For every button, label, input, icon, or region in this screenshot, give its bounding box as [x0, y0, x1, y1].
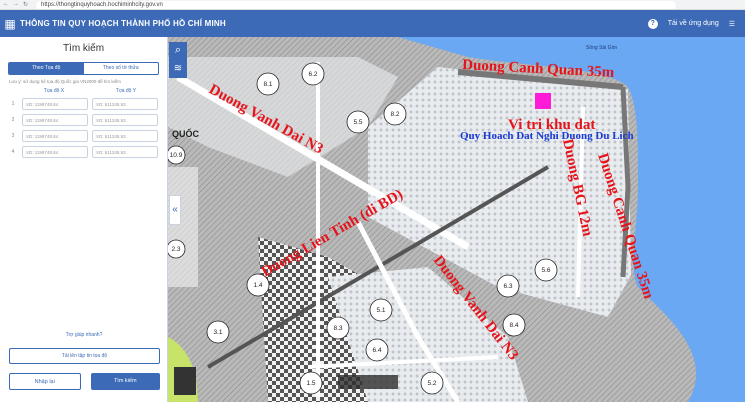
- zone-label: 6.2: [308, 71, 317, 78]
- coordinate-row: 4 VD: 1199748.84 VD: 611245.93: [8, 145, 159, 158]
- left-white-strip: [168, 167, 198, 287]
- search-tabs: Theo Tọa độ Theo số tờ thửa: [8, 62, 159, 75]
- river-label: Sông Sài Gòn: [586, 45, 617, 51]
- map-canvas[interactable]: 8.1 6.2 5.5 8.2 10.9 2.3 1.4 3.1 8.3 5.1…: [168, 37, 745, 402]
- reload-icon[interactable]: ↻: [23, 1, 28, 8]
- site-marker[interactable]: [535, 93, 551, 109]
- row-number: 4: [11, 148, 15, 155]
- tab-coordinates[interactable]: Theo Tọa độ: [9, 63, 84, 74]
- zone-label: 8.2: [390, 111, 399, 118]
- quick-help-link[interactable]: Trợ giúp nhanh?: [0, 332, 168, 338]
- row-number: 2: [11, 116, 15, 123]
- zone-label: 8.1: [263, 81, 272, 88]
- search-panel: Tìm kiếm Theo Tọa độ Theo số tờ thửa Lưu…: [0, 37, 168, 402]
- y-input[interactable]: VD: 611245.93: [92, 97, 158, 110]
- row-number: 1: [11, 100, 15, 107]
- y-input[interactable]: VD: 611245.93: [92, 129, 158, 142]
- browser-address-bar: ← → ↻ https://thongtinquyhoach.hochiminhci…: [0, 0, 745, 10]
- help-icon[interactable]: ?: [647, 18, 658, 29]
- back-icon[interactable]: ←: [3, 1, 9, 8]
- planning-map[interactable]: 8.1 6.2 5.5 8.2 10.9 2.3 1.4 3.1 8.3 5.1…: [168, 37, 745, 402]
- zone-label: 5.1: [376, 307, 385, 314]
- search-title: Tìm kiếm: [62, 43, 105, 54]
- tab-parcel[interactable]: Theo số tờ thửa: [84, 63, 159, 74]
- app-grid-icon[interactable]: ▦: [0, 17, 20, 31]
- coordinate-column-headers: Tọa độ X Tọa độ Y: [18, 88, 167, 94]
- download-app-link[interactable]: Tải về ứng dụng: [668, 20, 719, 27]
- zone-label: 6.4: [372, 347, 381, 354]
- zone-label: 1.4: [253, 282, 262, 289]
- zone-label: 2.3: [171, 246, 180, 253]
- x-input[interactable]: VD: 1199748.84: [22, 97, 88, 110]
- zone-label: 3.1: [213, 329, 222, 336]
- zone-label: 10.9: [170, 152, 183, 159]
- basemap-thumbnail[interactable]: [174, 367, 196, 395]
- y-input[interactable]: VD: 611245.93: [92, 145, 158, 158]
- app-title: THÔNG TIN QUY HOẠCH THÀNH PHỐ HỒ CHÍ MIN…: [20, 19, 226, 28]
- coordinate-row: 3 VD: 1199748.84 VD: 611245.93: [8, 129, 159, 142]
- zone-label: 8.3: [333, 325, 342, 332]
- search-tool-icon[interactable]: ⌕: [169, 42, 187, 60]
- url-field[interactable]: https://thongtinquyhoach.hochiminhcity.g…: [36, 0, 676, 9]
- zone-label: 5.2: [427, 380, 436, 387]
- collapse-panel-icon[interactable]: «: [169, 195, 181, 225]
- district-label: QUỐC: [172, 128, 200, 139]
- menu-icon[interactable]: ☰: [729, 20, 735, 28]
- layers-icon[interactable]: ≋: [169, 60, 187, 78]
- clear-button[interactable]: Nhập lại: [9, 373, 81, 390]
- y-input[interactable]: VD: 611245.93: [92, 113, 158, 126]
- upload-coordinates-button[interactable]: Tải lên tập tin tọa độ: [9, 348, 160, 364]
- zone-label: 1.5: [306, 380, 315, 387]
- app-header: ▦ THÔNG TIN QUY HOẠCH THÀNH PHỐ HỒ CHÍ M…: [0, 10, 745, 37]
- x-input[interactable]: VD: 1199748.84: [22, 145, 88, 158]
- coordinate-row: 2 VD: 1199748.84 VD: 611245.93: [8, 113, 159, 126]
- zone-label: 6.3: [503, 283, 512, 290]
- coordinate-row: 1 VD: 1199748.84 VD: 611245.93: [8, 97, 159, 110]
- zone-label: 5.5: [353, 119, 362, 126]
- label-quy-hoach: Quy Hoach Dat Nghi Duong Du Lich: [460, 130, 634, 142]
- row-number: 3: [11, 132, 15, 139]
- zone-label: 5.6: [541, 267, 550, 274]
- forward-icon[interactable]: →: [13, 1, 19, 8]
- x-input[interactable]: VD: 1199748.84: [22, 129, 88, 142]
- browser-nav[interactable]: ← → ↻: [0, 1, 30, 8]
- coordinate-note: Lưu ý: sử dụng hệ tọa độ Quốc gia VN2000…: [9, 79, 121, 84]
- zone-label: 8.4: [509, 322, 518, 329]
- search-button[interactable]: Tìm kiếm: [90, 373, 160, 390]
- col-x-header: Tọa độ X: [43, 88, 65, 94]
- x-input[interactable]: VD: 1199748.84: [22, 113, 88, 126]
- col-y-header: Tọa độ Y: [115, 88, 137, 94]
- map-toolbar-strip[interactable]: [338, 375, 398, 389]
